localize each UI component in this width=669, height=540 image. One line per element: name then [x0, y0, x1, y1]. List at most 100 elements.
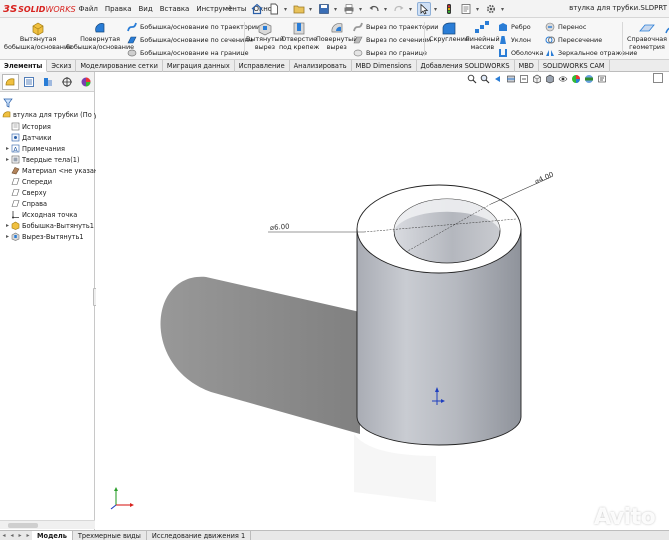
tab-data-migration[interactable]: Миграция данных	[163, 60, 235, 72]
zoom-to-fit-icon[interactable]	[467, 74, 477, 84]
new-dropdown-icon[interactable]: ▾	[284, 2, 289, 16]
tree-item-front-plane[interactable]: Спереди	[4, 176, 52, 187]
feature-tree-scrollbar[interactable]	[0, 520, 95, 529]
undo-dropdown-icon[interactable]: ▾	[384, 2, 389, 16]
tab-solidworks-cam[interactable]: SOLIDWORKS CAM	[539, 60, 610, 72]
shell-button[interactable]: Оболочка	[498, 47, 543, 59]
file-properties-icon[interactable]	[459, 2, 473, 16]
first-tab-icon[interactable]: ◂	[0, 532, 8, 539]
prev-tab-icon[interactable]: ◂	[8, 532, 16, 539]
curves-button[interactable]: К	[664, 20, 669, 44]
expander-arrow-icon[interactable]: ▸	[4, 222, 11, 229]
tree-item-material[interactable]: Материал <не указан>	[4, 165, 104, 176]
display-manager-tab[interactable]	[77, 74, 94, 90]
edit-appearance-icon[interactable]	[571, 74, 581, 84]
tree-item-cut-extrude[interactable]: ▸ Вырез-Вытянуть1	[4, 231, 84, 242]
fillet-button[interactable]: Скругление	[429, 20, 469, 44]
graphics-area[interactable]: ⌀6.00 ⌀4.00 Avito	[96, 72, 669, 530]
dimxpert-manager-tab[interactable]	[58, 74, 75, 90]
tab-mbd-dimensions[interactable]: MBD Dimensions	[352, 60, 417, 72]
loft-cut-button[interactable]: Вырез по сечениям	[353, 34, 431, 46]
sweep-cut-button[interactable]: Вырез по траектории	[353, 21, 438, 33]
expander-arrow-icon[interactable]: ▸	[4, 233, 11, 240]
tree-item-sensors[interactable]: Датчики	[4, 132, 51, 143]
dynamic-annotation-icon[interactable]	[519, 74, 529, 84]
wrap-button[interactable]: Перенос	[545, 21, 586, 33]
tab-evaluate[interactable]: Анализировать	[290, 60, 352, 72]
tree-item-origin[interactable]: Исходная точка	[4, 209, 77, 220]
pin-menu-icon[interactable]: ✈	[227, 4, 234, 13]
feature-tree-tab[interactable]	[2, 73, 19, 90]
options-dropdown-icon[interactable]: ▾	[501, 2, 506, 16]
menu-view[interactable]: Вид	[135, 5, 156, 13]
menu-file[interactable]: Файл	[75, 5, 101, 13]
restore-window-icon[interactable]	[653, 73, 663, 83]
open-folder-icon[interactable]	[292, 2, 306, 16]
home-icon[interactable]	[250, 2, 264, 16]
select-cursor-icon[interactable]	[417, 2, 431, 16]
extrude-boss-button[interactable]: Вытянутая бобышка/основание	[4, 20, 72, 51]
reference-geometry-button[interactable]: Справочная геометрия	[627, 20, 667, 51]
tree-item-solid-bodies[interactable]: ▸ Твердые тела(1)	[4, 154, 80, 165]
intersect-button[interactable]: Пересечение	[545, 34, 602, 46]
tab-solidworks-addins[interactable]: Добавления SOLIDWORKS	[417, 60, 515, 72]
redo-icon[interactable]	[392, 2, 406, 16]
view-orientation-icon[interactable]	[532, 74, 542, 84]
revolve-cut-button[interactable]: Повернутый вырез	[316, 20, 357, 51]
revolve-boss-button[interactable]: Повернутая бобышка/основание	[66, 20, 134, 51]
tab-3d-views[interactable]: Трехмерные виды	[73, 530, 147, 540]
tab-sketch[interactable]: Эскиз	[47, 60, 77, 72]
new-document-icon[interactable]	[267, 2, 281, 16]
tree-item-right-plane[interactable]: Справа	[4, 198, 47, 209]
select-dropdown-icon[interactable]: ▾	[434, 2, 439, 16]
configuration-manager-tab[interactable]	[40, 74, 57, 90]
tree-item-history[interactable]: История	[4, 121, 51, 132]
dimension-inner-diameter[interactable]: ⌀4.00	[534, 170, 555, 185]
print-dropdown-icon[interactable]: ▾	[359, 2, 364, 16]
menu-edit[interactable]: Правка	[101, 5, 135, 13]
tab-mbd[interactable]: MBD	[515, 60, 539, 72]
hole-wizard-button[interactable]: Отверстие под крепеж	[279, 20, 319, 51]
undo-icon[interactable]	[367, 2, 381, 16]
view-settings-icon[interactable]	[597, 74, 607, 84]
tab-repair[interactable]: Исправление	[235, 60, 290, 72]
property-manager-tab[interactable]	[21, 74, 38, 90]
section-view-icon[interactable]	[506, 74, 516, 84]
loft-boss-button[interactable]: Бобышка/основание по сечениям	[127, 34, 253, 46]
tab-model[interactable]: Модель	[32, 530, 73, 540]
open-dropdown-icon[interactable]: ▾	[309, 2, 314, 16]
boundary-cut-button[interactable]: Вырез по границе	[353, 47, 427, 59]
next-tab-icon[interactable]: ▸	[16, 532, 24, 539]
boundary-boss-button[interactable]: Бобышка/основание на границе	[127, 47, 249, 59]
last-tab-icon[interactable]: ▸	[24, 532, 32, 539]
hide-show-items-icon[interactable]	[558, 74, 568, 84]
mirror-button[interactable]: Зеркальное отражение	[545, 47, 637, 59]
tree-item-boss-extrude[interactable]: ▸ Бобышка-Вытянуть1	[4, 220, 94, 231]
sweep-boss-button[interactable]: Бобышка/основание по траектории	[127, 21, 260, 33]
save-icon[interactable]	[317, 2, 331, 16]
apply-scene-icon[interactable]	[584, 74, 594, 84]
options-gear-icon[interactable]	[484, 2, 498, 16]
previous-view-icon[interactable]	[493, 74, 503, 84]
tree-item-top-plane[interactable]: Сверху	[4, 187, 47, 198]
print-icon[interactable]	[342, 2, 356, 16]
save-dropdown-icon[interactable]: ▾	[334, 2, 339, 16]
zoom-area-icon[interactable]	[480, 74, 490, 84]
properties-dropdown-icon[interactable]: ▾	[476, 2, 481, 16]
tree-item-annotations[interactable]: ▸ A Примечания	[4, 143, 65, 154]
expander-arrow-icon[interactable]: ▸	[4, 145, 11, 152]
expander-arrow-icon[interactable]: ▸	[4, 156, 11, 163]
rib-button[interactable]: Ребро	[498, 21, 531, 33]
rebuild-icon[interactable]	[442, 2, 456, 16]
tab-motion-study[interactable]: Исследование движения 1	[147, 530, 252, 540]
menu-insert[interactable]: Вставка	[156, 5, 193, 13]
solidworks-logo[interactable]: 3S SOLID WORKS	[3, 3, 76, 16]
tab-features[interactable]: Элементы	[0, 60, 48, 72]
linear-pattern-button[interactable]: Линейный массив	[465, 20, 500, 51]
display-style-icon[interactable]	[545, 74, 555, 84]
tab-mesh-modeling[interactable]: Моделирование сетки	[76, 60, 163, 72]
tree-root-part[interactable]: втулка для трубки (По умол	[2, 109, 111, 120]
menu-tools[interactable]: Инструменты	[193, 5, 250, 13]
redo-dropdown-icon[interactable]: ▾	[409, 2, 414, 16]
dimension-outer-diameter[interactable]: ⌀6.00	[270, 223, 290, 232]
